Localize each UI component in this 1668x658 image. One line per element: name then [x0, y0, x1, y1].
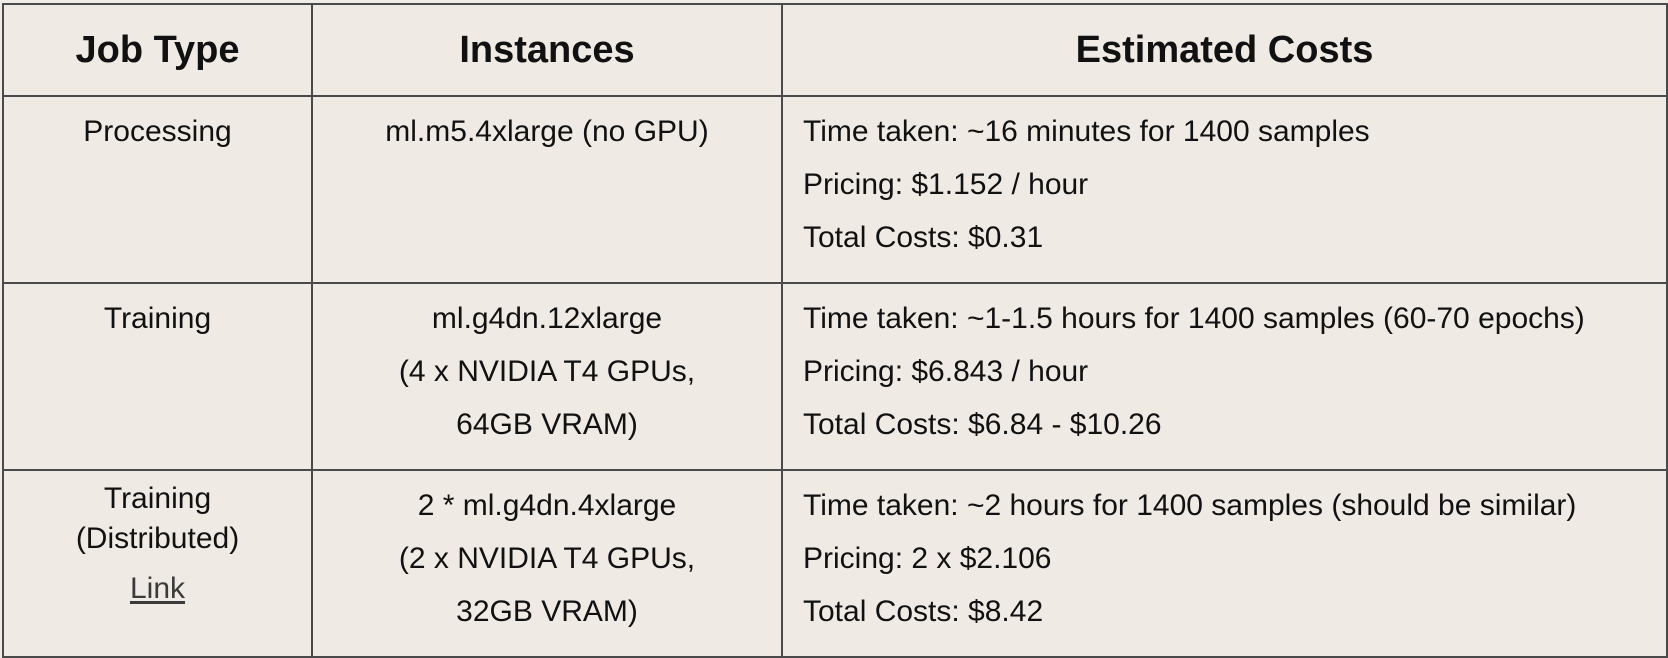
- instance-text: ml.g4dn.12xlarge: [431, 302, 663, 335]
- total-costs-text: Total Costs: $6.84 - $10.26: [803, 408, 1162, 441]
- costs-cell: Time taken: ~2 hours for 1400 samples (s…: [781, 469, 1668, 658]
- instance-gpu-text: (2 x NVIDIA T4 GPUs,: [398, 542, 696, 575]
- costs-cell: Time taken: ~16 minutes for 1400 samples…: [781, 95, 1668, 284]
- header-instances: Instances: [311, 3, 783, 97]
- cost-estimate-table: Job Type Instances Estimated Costs Proce…: [2, 3, 1668, 658]
- time-taken-text: Time taken: ~16 minutes for 1400 samples: [803, 115, 1370, 148]
- time-taken-text: Time taken: ~2 hours for 1400 samples (s…: [803, 489, 1577, 522]
- job-type-cell: Training (Distributed) Link: [2, 469, 313, 658]
- instance-vram-text: 32GB VRAM): [456, 595, 638, 628]
- table-row: Processing ml.m5.4xlarge (no GPU) Time t…: [2, 95, 1668, 284]
- pricing-text: Pricing: 2 x $2.106: [803, 542, 1052, 575]
- instance-vram-text: 64GB VRAM): [456, 408, 638, 441]
- table-row: Training ml.g4dn.12xlarge (4 x NVIDIA T4…: [2, 282, 1668, 471]
- instance-gpu-text: (4 x NVIDIA T4 GPUs,: [398, 355, 696, 388]
- job-type-subtext: (Distributed): [75, 522, 240, 555]
- total-costs-text: Total Costs: $0.31: [803, 221, 1044, 254]
- time-taken-text: Time taken: ~1-1.5 hours for 1400 sample…: [803, 302, 1585, 335]
- instance-text: 2 * ml.g4dn.4xlarge: [417, 489, 677, 522]
- instance-text: ml.m5.4xlarge (no GPU): [385, 115, 709, 148]
- job-type-cell: Training: [2, 282, 313, 471]
- table-header-row: Job Type Instances Estimated Costs: [2, 3, 1668, 97]
- instances-cell: ml.m5.4xlarge (no GPU): [311, 95, 783, 284]
- instances-cell: 2 * ml.g4dn.4xlarge (2 x NVIDIA T4 GPUs,…: [311, 469, 783, 658]
- job-type-cell: Processing: [2, 95, 313, 284]
- total-costs-text: Total Costs: $8.42: [803, 595, 1044, 628]
- costs-cell: Time taken: ~1-1.5 hours for 1400 sample…: [781, 282, 1668, 471]
- pricing-text: Pricing: $6.843 / hour: [803, 355, 1089, 388]
- distributed-training-link[interactable]: Link: [130, 572, 185, 605]
- table-row: Training (Distributed) Link 2 * ml.g4dn.…: [2, 469, 1668, 658]
- header-job-type: Job Type: [2, 3, 313, 97]
- job-type-text: Training: [103, 302, 212, 335]
- pricing-text: Pricing: $1.152 / hour: [803, 168, 1089, 201]
- header-estimated-costs: Estimated Costs: [781, 3, 1668, 97]
- job-type-text: Processing: [83, 115, 232, 148]
- instances-cell: ml.g4dn.12xlarge (4 x NVIDIA T4 GPUs, 64…: [311, 282, 783, 471]
- job-type-text: Training: [103, 482, 212, 515]
